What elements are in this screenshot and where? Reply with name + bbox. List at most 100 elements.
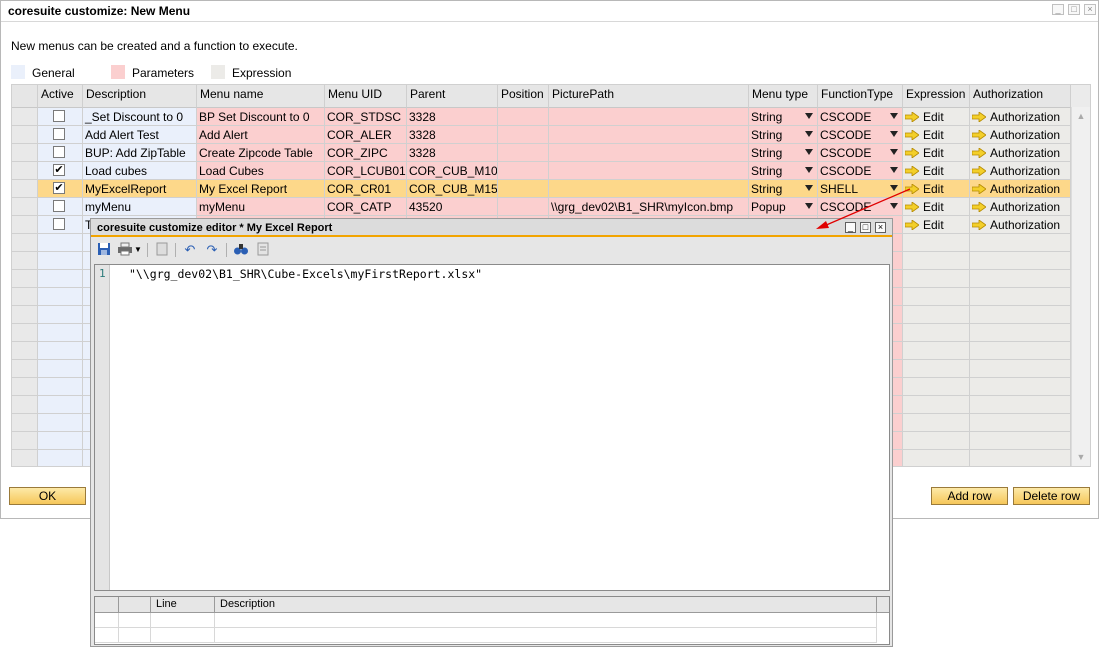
cell-expression[interactable]: Edit — [903, 180, 970, 198]
active-checkbox[interactable] — [53, 200, 65, 212]
cell-position[interactable] — [498, 198, 549, 216]
delete-row-button[interactable]: Delete row — [1013, 487, 1090, 505]
cell-expression[interactable]: Edit — [903, 216, 970, 234]
save-icon[interactable] — [95, 242, 113, 258]
cell-expression[interactable]: Edit — [903, 144, 970, 162]
col-authorization[interactable]: Authorization — [970, 85, 1071, 108]
cell-position[interactable] — [498, 126, 549, 144]
cell-active[interactable]: ✔ — [38, 180, 83, 198]
authorization-link[interactable]: Authorization — [990, 146, 1060, 160]
cell-menu-uid[interactable]: COR_CR01 — [325, 180, 407, 198]
active-checkbox[interactable] — [53, 146, 65, 158]
dropdown-arrow-icon[interactable] — [890, 203, 898, 209]
cell-menu-type[interactable]: String — [749, 144, 818, 162]
col-parent[interactable]: Parent — [407, 85, 498, 108]
ok-button[interactable]: OK — [9, 487, 86, 505]
col-active[interactable]: Active — [38, 85, 83, 108]
edit-link[interactable]: Edit — [923, 164, 944, 178]
cell-function-type[interactable]: CSCODE — [818, 144, 903, 162]
cell-menu-type[interactable]: String — [749, 180, 818, 198]
cell-authorization[interactable]: Authorization — [970, 108, 1071, 126]
cell-active[interactable] — [38, 108, 83, 126]
cell-authorization[interactable]: Authorization — [970, 144, 1071, 162]
cell-picture-path[interactable]: \\grg_dev02\B1_SHR\myIcon.bmp — [549, 198, 749, 216]
replace-icon[interactable] — [254, 242, 272, 258]
cell-parent[interactable]: 3328 — [407, 126, 498, 144]
edit-link[interactable]: Edit — [923, 218, 944, 232]
cell-expression[interactable]: Edit — [903, 162, 970, 180]
cell-menu-name[interactable]: My Excel Report — [197, 180, 325, 198]
cell-picture-path[interactable] — [549, 108, 749, 126]
cell-parent[interactable]: 3328 — [407, 144, 498, 162]
dropdown-arrow-icon[interactable] — [890, 149, 898, 155]
scroll-down-icon[interactable]: ▼ — [1075, 452, 1087, 462]
col-position[interactable]: Position — [498, 85, 549, 108]
copy-icon[interactable] — [153, 242, 171, 258]
cell-authorization[interactable]: Authorization — [970, 198, 1071, 216]
active-checkbox[interactable] — [53, 110, 65, 122]
code-editor[interactable]: 1 "\\grg_dev02\B1_SHR\Cube-Excels\myFirs… — [94, 264, 890, 591]
authorization-link[interactable]: Authorization — [990, 200, 1060, 214]
dropdown-arrow-icon[interactable] — [805, 203, 813, 209]
edit-link[interactable]: Edit — [923, 200, 944, 214]
cell-picture-path[interactable] — [549, 180, 749, 198]
cell-position[interactable] — [498, 144, 549, 162]
cell-menu-uid[interactable]: COR_ZIPC — [325, 144, 407, 162]
col-description[interactable]: Description — [83, 85, 197, 108]
editor-maximize-button[interactable]: □ — [860, 222, 871, 233]
cell-menu-name[interactable]: myMenu — [197, 198, 325, 216]
col-menu-uid[interactable]: Menu UID — [325, 85, 407, 108]
cell-authorization[interactable]: Authorization — [970, 162, 1071, 180]
authorization-link[interactable]: Authorization — [990, 128, 1060, 142]
cell-expression[interactable]: Edit — [903, 108, 970, 126]
cell-menu-uid[interactable]: COR_STDSC — [325, 108, 407, 126]
dropdown-arrow-icon[interactable] — [890, 113, 898, 119]
cell-function-type[interactable]: CSCODE — [818, 108, 903, 126]
dropdown-arrow-icon[interactable] — [805, 167, 813, 173]
cell-menu-name[interactable]: BP Set Discount to 0 — [197, 108, 325, 126]
cell-authorization[interactable]: Authorization — [970, 216, 1071, 234]
cell-function-type[interactable]: SHELL — [818, 180, 903, 198]
authorization-link[interactable]: Authorization — [990, 164, 1060, 178]
close-button[interactable]: × — [1084, 4, 1096, 15]
editor-close-button[interactable]: × — [875, 222, 886, 233]
authorization-link[interactable]: Authorization — [990, 182, 1060, 196]
grid-scrollbar[interactable]: ▲ ▼ — [1071, 107, 1090, 466]
edit-link[interactable]: Edit — [923, 182, 944, 196]
cell-menu-type[interactable]: Popup — [749, 198, 818, 216]
cell-description[interactable]: Load cubes — [83, 162, 197, 180]
authorization-link[interactable]: Authorization — [990, 218, 1060, 232]
cell-active[interactable] — [38, 198, 83, 216]
active-checkbox[interactable]: ✔ — [53, 182, 65, 194]
cell-description[interactable]: MyExcelReport — [83, 180, 197, 198]
cell-description[interactable]: Add Alert Test — [83, 126, 197, 144]
maximize-button[interactable]: □ — [1068, 4, 1080, 15]
dropdown-arrow-icon[interactable] — [890, 167, 898, 173]
redo-icon[interactable]: ↷ — [203, 242, 221, 258]
edit-link[interactable]: Edit — [923, 146, 944, 160]
error-col-line[interactable]: Line — [151, 597, 215, 613]
dropdown-arrow-icon[interactable] — [890, 131, 898, 137]
col-menu-type[interactable]: Menu type — [749, 85, 818, 108]
cell-menu-name[interactable]: Create Zipcode Table — [197, 144, 325, 162]
dropdown-arrow-icon[interactable] — [805, 131, 813, 137]
cell-parent[interactable]: 3328 — [407, 108, 498, 126]
add-row-button[interactable]: Add row — [931, 487, 1008, 505]
error-col-description[interactable]: Description — [215, 597, 877, 613]
cell-function-type[interactable]: CSCODE — [818, 126, 903, 144]
cell-position[interactable] — [498, 180, 549, 198]
cell-menu-uid[interactable]: COR_ALER — [325, 126, 407, 144]
cell-menu-name[interactable]: Load Cubes — [197, 162, 325, 180]
cell-parent[interactable]: COR_CUB_M15 — [407, 180, 498, 198]
active-checkbox[interactable] — [53, 128, 65, 140]
cell-description[interactable]: BUP: Add ZipTable — [83, 144, 197, 162]
cell-active[interactable] — [38, 126, 83, 144]
undo-icon[interactable]: ↶ — [181, 242, 199, 258]
cell-function-type[interactable]: CSCODE — [818, 198, 903, 216]
edit-link[interactable]: Edit — [923, 128, 944, 142]
dropdown-arrow-icon[interactable] — [805, 149, 813, 155]
cell-menu-uid[interactable]: COR_LCUB01 — [325, 162, 407, 180]
col-expression[interactable]: Expression — [903, 85, 970, 108]
cell-picture-path[interactable] — [549, 144, 749, 162]
cell-function-type[interactable]: CSCODE — [818, 162, 903, 180]
